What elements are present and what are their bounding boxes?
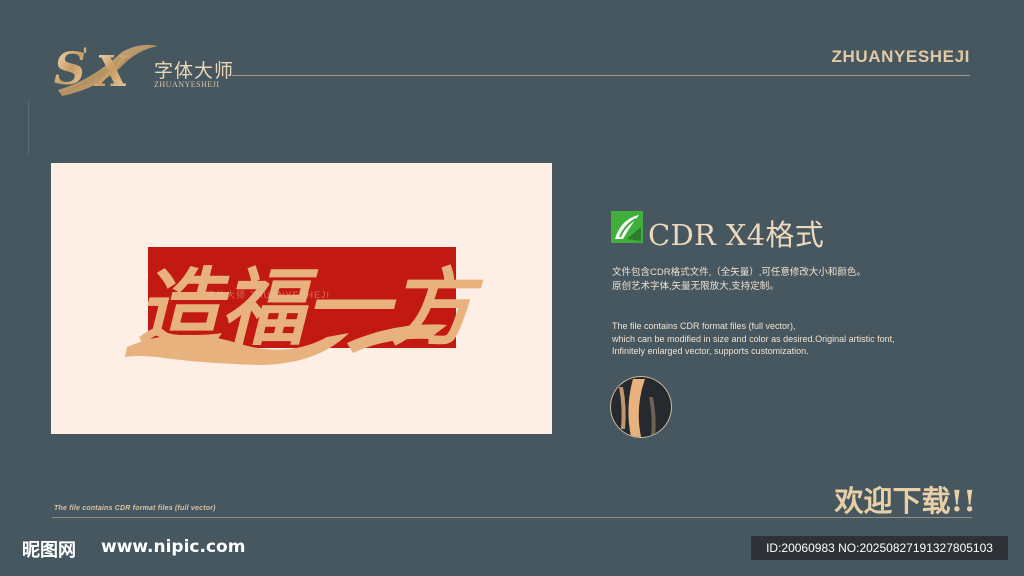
brush-texture-thumbnail bbox=[611, 377, 671, 437]
description-cn-line: 原创艺术字体,矢量无限放大,支持定制。 bbox=[612, 281, 779, 292]
footer-note: The file contains CDR format files (full… bbox=[54, 505, 216, 512]
description-en-line: The file contains CDR format files (full… bbox=[612, 321, 796, 331]
artwork-preview: 造福一方 字体大师 ZHUANYESHEJI bbox=[51, 163, 552, 434]
footer-divider bbox=[52, 517, 972, 518]
brush-stroke-icon bbox=[619, 379, 656, 437]
header-brand: ZHUANYESHEJI bbox=[831, 47, 970, 66]
nipic-logo[interactable]: 昵图网 bbox=[22, 536, 76, 562]
logo-chinese-name: 字体大师 bbox=[154, 60, 235, 82]
artwork-text: 造福一方 bbox=[137, 258, 484, 357]
header-divider bbox=[232, 75, 970, 76]
image-id-label: ID:20060983 NO:20250827191327805103 bbox=[751, 536, 1008, 560]
description-en-line: which can be modified in size and color … bbox=[612, 333, 895, 344]
description-english: The file contains CDR format files (full… bbox=[612, 320, 895, 358]
svg-text:': ' bbox=[82, 43, 88, 67]
watermark: 字体大师 ZHUANYESHEJI bbox=[206, 290, 331, 300]
format-title: CDR X4格式 bbox=[648, 218, 824, 252]
nipic-url-link[interactable]: www.nipic.com bbox=[101, 537, 245, 557]
description-chinese: 文件包含CDR格式文件,（全矢量）,可任意修改大小和颜色。 原创艺术字体,矢量无… bbox=[612, 266, 866, 294]
logo-mark: S ' X bbox=[54, 43, 158, 96]
description-en-line: Infinitely enlarged vector, supports cus… bbox=[612, 346, 809, 356]
coreldraw-icon bbox=[611, 211, 643, 243]
description-cn-line: 文件包含CDR格式文件,（全矢量）,可任意修改大小和颜色。 bbox=[612, 267, 866, 278]
logo-english-name: ZHUANYESHEJI bbox=[154, 80, 220, 89]
decorative-line bbox=[28, 100, 29, 155]
welcome-download-text: 欢迎下载!! bbox=[834, 484, 976, 518]
